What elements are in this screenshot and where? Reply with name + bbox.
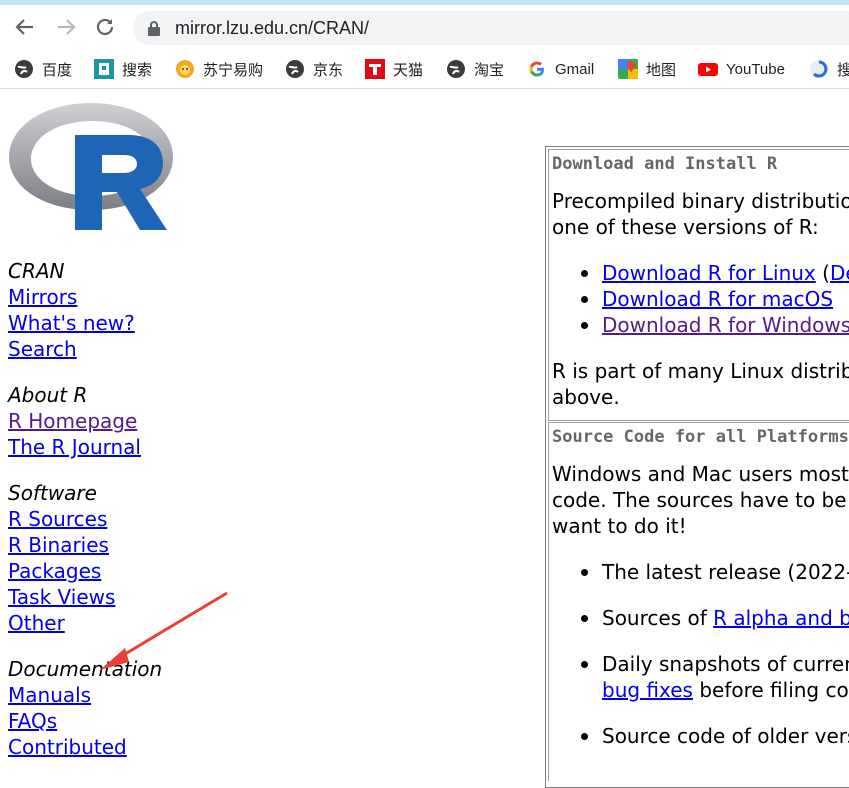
maps-icon	[618, 59, 638, 79]
sidebar-link-faqs[interactable]: FAQs	[8, 708, 162, 734]
download-macos-link[interactable]: Download R for macOS	[602, 287, 833, 311]
download-footer-line2: above.	[552, 385, 620, 409]
back-button[interactable]	[10, 12, 40, 42]
baidu-globe-icon	[14, 59, 34, 79]
sidebar-heading-about: About R	[8, 383, 88, 407]
bookmark-tmall[interactable]: 天猫	[365, 50, 423, 88]
download-intro-line2: one of these versions of R:	[552, 215, 819, 239]
source-list: The latest release (2022-04 Sources of R…	[549, 559, 849, 749]
browser-toolbar: mirror.lzu.edu.cn/CRAN/	[0, 5, 849, 49]
url-text: mirror.lzu.edu.cn/CRAN/	[175, 18, 370, 38]
download-windows-link[interactable]: Download R for Windows	[602, 313, 849, 337]
bookmark-suning[interactable]: 苏宁易购	[175, 50, 263, 88]
jd-globe-icon	[285, 59, 305, 79]
youtube-icon	[698, 59, 718, 79]
sidebar-link-manuals[interactable]: Manuals	[8, 682, 162, 708]
sidebar-link-r-homepage[interactable]: R Homepage	[8, 408, 162, 434]
bookmark-youtube[interactable]: YouTube	[698, 50, 785, 88]
tmall-icon	[365, 59, 385, 79]
sidebar-group-about: About R R Homepage The R Journal	[8, 382, 162, 460]
source-intro-line1: Windows and Mac users most l	[552, 462, 849, 486]
forward-arrow-icon	[58, 19, 76, 35]
list-item: Download R for Windows	[549, 312, 849, 338]
source-section: Source Code for all Platforms Windows an…	[548, 422, 849, 781]
search-bookmark-icon	[94, 59, 114, 79]
taobao-globe-icon	[446, 59, 466, 79]
source-section-title: Source Code for all Platforms	[552, 427, 849, 447]
sidebar-group-cran: CRAN Mirrors What's new? Search	[8, 258, 162, 362]
sidebar-link-r-sources[interactable]: R Sources	[8, 506, 162, 532]
sidebar-link-whats-new[interactable]: What's new?	[8, 310, 162, 336]
sidebar-nav: CRAN Mirrors What's new? Search About R …	[8, 258, 162, 780]
page-content: CRAN Mirrors What's new? Search About R …	[0, 90, 849, 788]
list-item: Sources of R alpha and be	[549, 605, 849, 631]
download-intro-line1: Precompiled binary distributions	[552, 189, 849, 213]
source-intro-line3: want to do it!	[552, 514, 687, 538]
bug-fixes-link[interactable]: bug fixes	[602, 678, 693, 702]
download-section-title: Download and Install R	[552, 154, 778, 174]
sidebar-link-packages[interactable]: Packages	[8, 558, 162, 584]
sidebar-link-mirrors[interactable]: Mirrors	[8, 284, 162, 310]
bookmark-sogou[interactable]: 搜	[809, 50, 849, 88]
sidebar-link-r-binaries[interactable]: R Binaries	[8, 532, 162, 558]
google-g-icon	[527, 59, 547, 79]
sidebar-link-search[interactable]: Search	[8, 336, 162, 362]
bookmark-maps[interactable]: 地图	[618, 50, 676, 88]
download-linux-link[interactable]: Download R for Linux	[602, 261, 816, 285]
debian-link[interactable]: Del	[830, 261, 849, 285]
bookmark-baidu[interactable]: 百度	[14, 50, 72, 88]
sidebar-link-contributed[interactable]: Contributed	[8, 734, 162, 760]
sidebar-heading-software: Software	[8, 481, 97, 505]
list-item: Daily snapshots of current bug fixes befo…	[549, 651, 849, 703]
annotation-arrow-icon	[100, 591, 228, 670]
bookmarks-bar: 百度 搜索 苏宁易购 京东 天猫 淘宝 Gmail 地图 YouTube 搜	[0, 50, 849, 89]
sidebar-link-r-journal[interactable]: The R Journal	[8, 434, 162, 460]
download-section: Download and Install R Precompiled binar…	[548, 149, 849, 421]
list-item: Source code of older versi	[549, 723, 849, 749]
bookmark-jd[interactable]: 京东	[285, 50, 343, 88]
bookmark-search[interactable]: 搜索	[94, 50, 152, 88]
address-bar[interactable]: mirror.lzu.edu.cn/CRAN/	[133, 11, 849, 45]
back-arrow-icon	[15, 19, 33, 35]
sidebar-heading-cran: CRAN	[8, 259, 65, 283]
r-logo[interactable]	[7, 99, 175, 233]
list-item: Download R for Linux (Del	[549, 260, 849, 286]
forward-button[interactable]	[51, 12, 81, 42]
list-item: Download R for macOS	[549, 286, 849, 312]
download-footer-line1: R is part of many Linux distribu	[552, 359, 849, 383]
download-list: Download R for Linux (Del Download R for…	[549, 260, 849, 338]
r-alpha-beta-link[interactable]: R alpha and be	[713, 606, 849, 630]
reload-icon	[96, 18, 114, 36]
bookmark-taobao[interactable]: 淘宝	[446, 50, 504, 88]
sogou-icon	[809, 59, 829, 79]
bookmark-gmail[interactable]: Gmail	[527, 50, 594, 88]
reload-button[interactable]	[90, 12, 120, 42]
lock-icon	[148, 21, 160, 36]
source-intro-line2: code. The sources have to be co	[552, 488, 849, 512]
suning-lion-icon	[175, 59, 195, 79]
list-item: The latest release (2022-04	[549, 559, 849, 585]
